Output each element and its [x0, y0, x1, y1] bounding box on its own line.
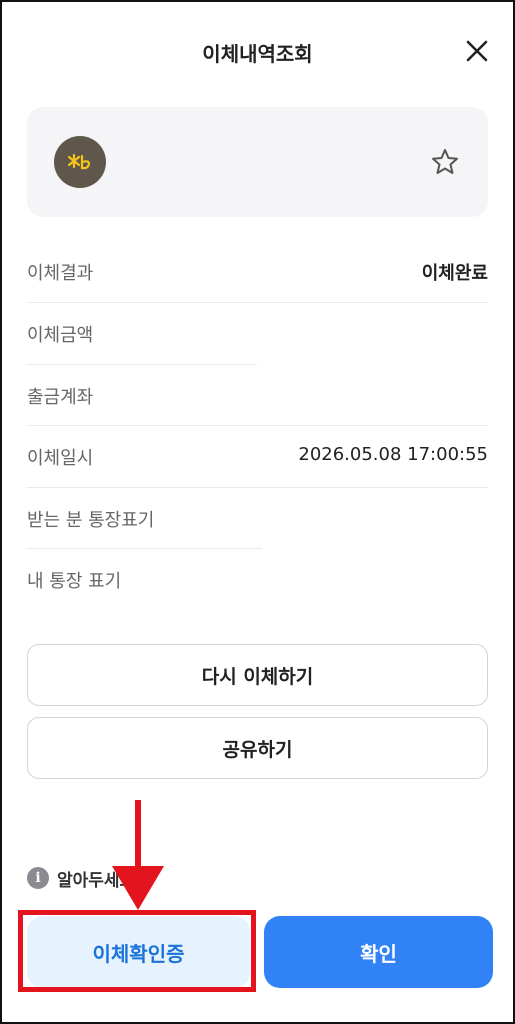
- account-card: [27, 107, 488, 217]
- header: 이체내역조회: [0, 0, 515, 100]
- detail-label: 출금계좌: [27, 387, 94, 408]
- notice-label: 알아두세요: [57, 870, 136, 891]
- favorite-button[interactable]: [430, 147, 460, 177]
- detail-row-recipient-memo: 받는 분 통장표기: [27, 487, 488, 549]
- detail-row-result: 이체결과 이체완료: [27, 240, 488, 302]
- transfer-certificate-button[interactable]: 이체확인증: [27, 916, 250, 988]
- detail-label: 이체결과: [27, 263, 94, 284]
- detail-label: 이체일시: [27, 448, 94, 469]
- notice[interactable]: i 알아두세요: [27, 866, 136, 891]
- kb-bank-logo-icon: [67, 153, 91, 170]
- detail-label: 내 통장 표기: [27, 571, 122, 592]
- detail-label: 받는 분 통장표기: [27, 510, 155, 531]
- annotation-arrow-icon: [112, 800, 164, 910]
- detail-row-my-memo: 내 통장 표기: [27, 548, 488, 610]
- bank-logo: [54, 136, 106, 188]
- star-outline-icon: [432, 149, 458, 174]
- detail-value: 2026.05.08 17:00:55: [298, 444, 488, 465]
- detail-row-account: 출금계좌: [27, 364, 488, 426]
- close-button[interactable]: [462, 36, 492, 66]
- info-icon: i: [27, 867, 49, 889]
- detail-row-amount: 이체금액: [27, 302, 488, 364]
- retry-transfer-button[interactable]: 다시 이체하기: [27, 644, 488, 706]
- detail-label: 이체금액: [27, 325, 94, 346]
- close-icon: [466, 40, 488, 62]
- detail-value: 이체완료: [421, 263, 488, 284]
- share-button[interactable]: 공유하기: [27, 717, 488, 779]
- confirm-button[interactable]: 확인: [264, 916, 493, 988]
- detail-row-datetime: 이체일시 2026.05.08 17:00:55: [27, 425, 488, 487]
- page-title: 이체내역조회: [202, 42, 313, 66]
